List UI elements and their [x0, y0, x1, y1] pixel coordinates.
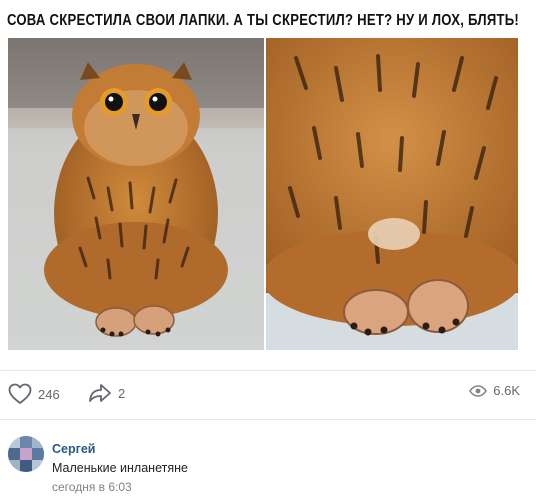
owl-right-photo	[266, 38, 518, 350]
meme-caption: СОВА СКРЕСТИЛА СВОИ ЛАПКИ. А ТЫ СКРЕСТИЛ…	[6, 12, 520, 29]
owl-left-photo	[8, 38, 264, 350]
heart-icon	[8, 383, 32, 404]
views-counter: 6.6K	[469, 383, 520, 398]
comment-time[interactable]: сегодня в 6:03	[52, 480, 132, 494]
like-count: 246	[38, 386, 60, 402]
post-image[interactable]: СОВА СКРЕСТИЛА СВОИ ЛАПКИ. А ТЫ СКРЕСТИЛ…	[6, 4, 520, 350]
comment: Сергей Маленькие инланетяне сегодня в 6:…	[0, 430, 536, 496]
eye-icon	[469, 384, 488, 397]
comment-text: Маленькие инланетяне	[52, 461, 188, 475]
share-button[interactable]: 2	[88, 383, 125, 403]
avatar[interactable]	[8, 436, 44, 472]
views-count: 6.6K	[493, 383, 520, 398]
share-count: 2	[118, 385, 126, 401]
share-arrow-icon	[89, 384, 111, 402]
like-button[interactable]: 246	[8, 383, 60, 405]
comment-author[interactable]: Сергей	[52, 442, 95, 456]
post-actions-bar: 246 2 6.6K	[0, 370, 536, 420]
